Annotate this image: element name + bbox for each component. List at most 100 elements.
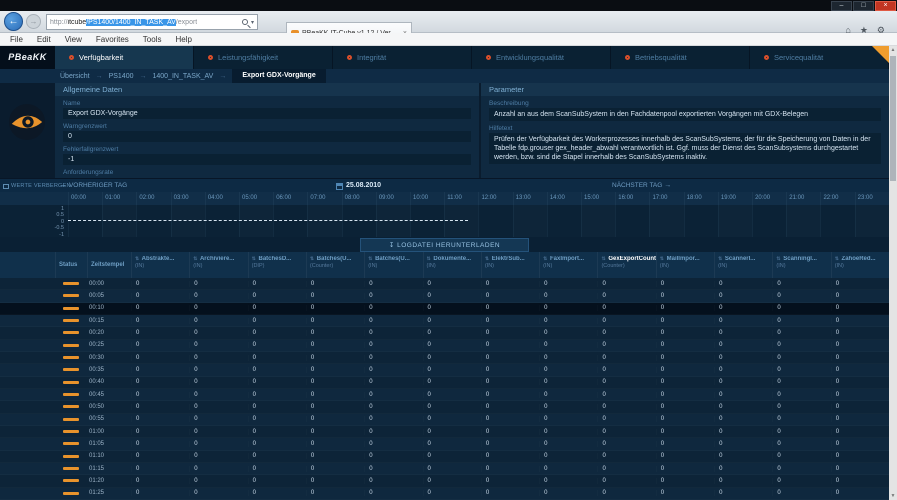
scroll-down-icon[interactable]: ▼: [889, 492, 897, 500]
table-row[interactable]: 00:35 0 0 0 0 0 0 0 0 0 0 0 0 0: [0, 364, 889, 377]
menu-favorites[interactable]: Favorites: [89, 35, 136, 44]
sort-icon[interactable]: ⇅: [543, 256, 547, 262]
field-value[interactable]: Export GDX-Vorgänge: [63, 108, 471, 119]
table-row[interactable]: 01:20 0 0 0 0 0 0 0 0 0 0 0 0 0: [0, 475, 889, 488]
column-header-7[interactable]: ⇅ ElektrSub... (IN): [480, 252, 539, 278]
search-icon[interactable]: [241, 19, 248, 25]
address-bar[interactable]: http://itcube/PS1400/1400_IN_TASK_AV/exp…: [46, 14, 258, 30]
table-row[interactable]: 00:05 0 0 0 0 0 0 0 0 0 0 0 0 0: [0, 290, 889, 303]
column-header-1[interactable]: ⇅ Abstrakte... (IN): [131, 252, 189, 278]
status-indicator-bar: [63, 380, 79, 384]
breadcrumb-item[interactable]: 1400_IN_TASK_AV: [153, 73, 214, 80]
table-row[interactable]: 00:40 0 0 0 0 0 0 0 0 0 0 0 0 0: [0, 376, 889, 389]
column-header-zeitstempel[interactable]: Zeitstempel: [87, 252, 131, 278]
timestamp-cell: 00:10: [89, 305, 105, 312]
sort-icon[interactable]: ⇅: [601, 256, 605, 262]
sort-icon[interactable]: ⇅: [485, 256, 489, 262]
value-cell: 0: [427, 391, 431, 398]
nav-tab-5[interactable]: Betriebsqualität: [611, 46, 750, 69]
forward-button[interactable]: →: [26, 14, 41, 29]
nav-tab-6[interactable]: Servicequalität: [750, 46, 889, 69]
close-button[interactable]: ×: [875, 0, 896, 11]
value-cell: 0: [194, 440, 198, 447]
sort-icon[interactable]: ⇅: [252, 256, 256, 262]
column-header-status[interactable]: Status: [55, 252, 87, 278]
column-header-12[interactable]: ⇅ ScanningI... (IN): [772, 252, 830, 278]
table-row[interactable]: 00:45 0 0 0 0 0 0 0 0 0 0 0 0 0: [0, 388, 889, 402]
value-cell: 0: [252, 403, 256, 410]
vertical-scrollbar[interactable]: ▲ ▼: [889, 46, 897, 500]
hour-label: 18:00: [683, 192, 718, 205]
table-row[interactable]: 00:55 0 0 0 0 0 0 0 0 0 0 0 0 0: [0, 413, 889, 426]
nav-tab-4[interactable]: Entwicklungsqualität: [472, 46, 611, 69]
value-cell: 0: [252, 379, 256, 386]
column-header-label: ⇅ FaxImport...: [543, 256, 585, 262]
nav-tab-1[interactable]: Verfügbarkeit: [55, 46, 194, 69]
hour-label: 06:00: [273, 192, 307, 205]
column-header-5[interactable]: ⇅ Batches(U... (IN): [364, 252, 422, 278]
table-row[interactable]: 00:20 0 0 0 0 0 0 0 0 0 0 0 0 0: [0, 327, 889, 340]
sort-icon[interactable]: ⇅: [310, 256, 314, 262]
scroll-up-icon[interactable]: ▲: [889, 46, 897, 54]
table-row[interactable]: 00:30 0 0 0 0 0 0 0 0 0 0 0 0 0: [0, 351, 889, 365]
column-header-13[interactable]: ⇅ ZahoeRed... (IN): [830, 252, 889, 278]
column-header-8[interactable]: ⇅ FaxImport... (IN): [539, 252, 597, 278]
next-day-button[interactable]: NÄCHSTER TAG →: [612, 179, 671, 193]
date-picker[interactable]: 25.08.2010: [336, 179, 381, 193]
sort-icon[interactable]: ⇅: [776, 256, 780, 262]
table-row[interactable]: 00:25 0 0 0 0 0 0 0 0 0 0 0 0 0: [0, 339, 889, 352]
column-header-unit: (IN): [426, 263, 436, 269]
nav-tab-2[interactable]: Leistungsfähigkeit: [194, 46, 333, 69]
minimize-button[interactable]: –: [831, 0, 852, 11]
field-value[interactable]: -1: [63, 154, 471, 165]
column-header-9[interactable]: ⇅ GexExportCount (Counter): [597, 252, 656, 278]
chevron-down-icon[interactable]: ▾: [251, 19, 254, 26]
field-value[interactable]: 0: [63, 131, 471, 142]
sort-icon[interactable]: ⇅: [660, 256, 664, 262]
sort-icon[interactable]: ⇅: [718, 256, 722, 262]
field-value[interactable]: Prüfen der Verfügbarkeit des Workerproze…: [489, 133, 881, 164]
sort-icon[interactable]: ⇅: [368, 256, 372, 262]
sort-icon[interactable]: ⇅: [193, 256, 197, 262]
value-cell: 0: [427, 477, 431, 484]
download-logfile-button[interactable]: ↧ LOGDATEI HERUNTERLADEN: [359, 237, 530, 252]
table-row[interactable]: 00:15 0 0 0 0 0 0 0 0 0 0 0 0 0: [0, 314, 889, 328]
column-header-11[interactable]: ⇅ ScannerI... (IN): [714, 252, 772, 278]
breadcrumb-item[interactable]: PS1400: [109, 73, 134, 80]
column-header-10[interactable]: ⇅ MailImpor... (IN): [655, 252, 714, 278]
breadcrumb-item[interactable]: Übersicht: [60, 73, 90, 80]
menu-tools[interactable]: Tools: [136, 35, 169, 44]
column-header-6[interactable]: ⇅ Dokumente... (IN): [422, 252, 481, 278]
table-row[interactable]: 01:00 0 0 0 0 0 0 0 0 0 0 0 0 0: [0, 425, 889, 439]
column-header-4[interactable]: ⇅ Batches(U... (Counter): [305, 252, 364, 278]
column-header-2[interactable]: ⇅ Archiviere... (IN): [189, 252, 247, 278]
table-row[interactable]: 01:05 0 0 0 0 0 0 0 0 0 0 0 0 0: [0, 438, 889, 451]
menu-edit[interactable]: Edit: [30, 35, 58, 44]
menu-file[interactable]: File: [3, 35, 30, 44]
nav-tab-3[interactable]: Integrität: [333, 46, 472, 69]
value-cell: 0: [835, 292, 840, 299]
table-row[interactable]: 00:50 0 0 0 0 0 0 0 0 0 0 0 0 0: [0, 401, 889, 414]
table-row[interactable]: 01:25 0 0 0 0 0 0 0 0 0 0 0 0 0: [0, 487, 889, 500]
maximize-button[interactable]: □: [853, 0, 874, 11]
table-row[interactable]: 01:10 0 0 0 0 0 0 0 0 0 0 0 0 0: [0, 450, 889, 463]
menu-view[interactable]: View: [58, 35, 89, 44]
sort-icon[interactable]: ⇅: [427, 256, 431, 262]
table-row[interactable]: 00:10 0 0 0 0 0 0 0 0 0 0 0 0 0: [0, 302, 889, 315]
breadcrumb-item[interactable]: Export GDX-Vorgänge: [232, 69, 326, 83]
value-cell: 0: [369, 391, 373, 398]
value-cell: 0: [602, 342, 606, 349]
table-row[interactable]: 01:15 0 0 0 0 0 0 0 0 0 0 0 0 0: [0, 462, 889, 476]
back-button[interactable]: ←: [4, 12, 23, 31]
corner-notification-icon[interactable]: [872, 46, 889, 63]
chart-hour-cell: [204, 205, 239, 237]
table-row[interactable]: 00:00 0 0 0 0 0 0 0 0 0 0 0 0 0: [0, 278, 889, 291]
menu-help[interactable]: Help: [168, 35, 198, 44]
column-header-3[interactable]: ⇅ BatchesD... (DIP): [247, 252, 306, 278]
value-cell: 0: [660, 453, 665, 460]
field-value[interactable]: Anzahl an aus dem ScanSubSystem in den F…: [489, 108, 881, 121]
scrollbar-thumb[interactable]: [890, 56, 896, 181]
sort-icon[interactable]: ⇅: [835, 256, 839, 262]
previous-day-button[interactable]: ← VORHERIGER TAG: [60, 179, 127, 193]
sort-icon[interactable]: ⇅: [135, 256, 139, 262]
